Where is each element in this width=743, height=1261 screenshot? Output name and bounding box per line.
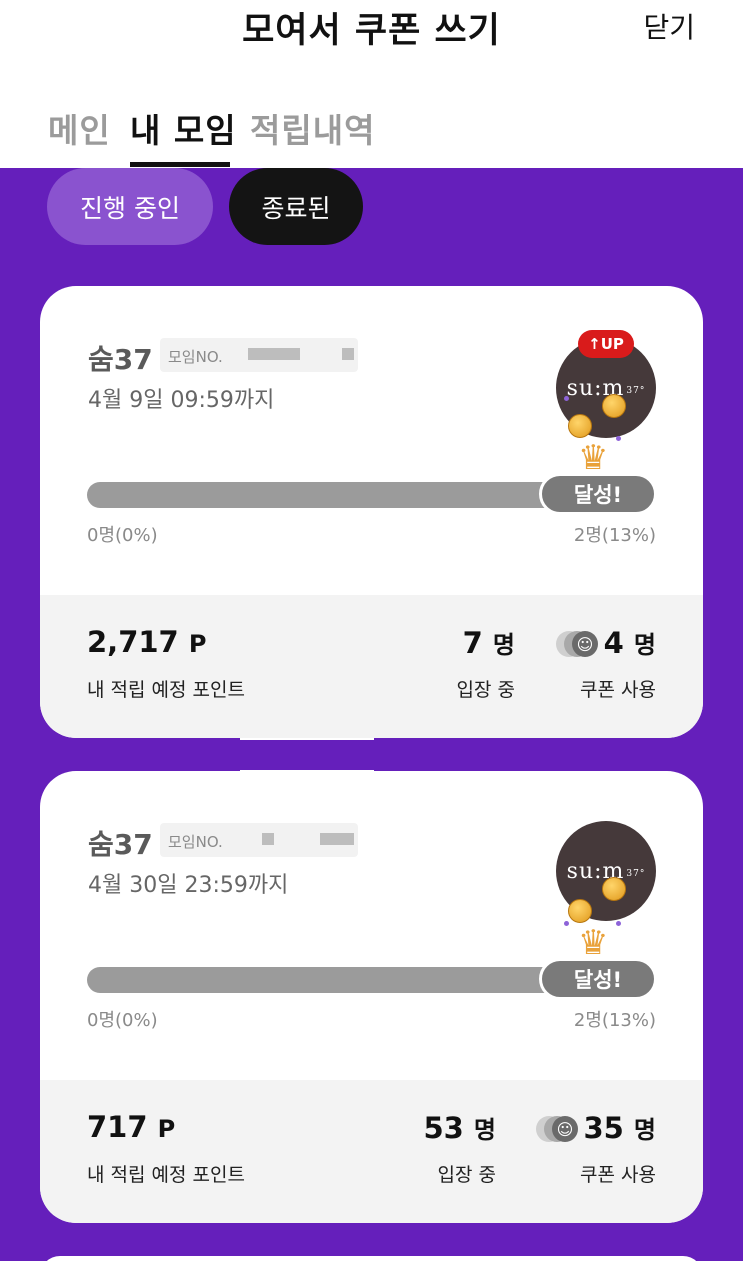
entered-count: 53 명 [423,1110,496,1145]
points-number: 717 [87,1110,148,1144]
coin-icon [568,414,592,438]
deadline-text: 4월 9일 09:59까지 [88,388,275,413]
meeting-card-partial[interactable] [40,1256,703,1261]
coupon-label: 쿠폰 사용 [580,679,656,701]
stats-panel: 2,717 P 내 적립 예정 포인트 7 명 입장 중 ☺ 4 명 쿠폰 사용 [40,595,703,738]
brand-name: 숨37 [88,343,153,376]
coupon-unit: 명 [633,1116,656,1144]
close-button[interactable]: 닫기 [643,6,695,46]
brand-logo-sub: 37° [626,386,646,396]
redacted-number [262,833,274,845]
progress-bar [87,482,607,508]
points-label: 내 적립 예정 포인트 [87,1164,245,1186]
coupon-unit: 명 [633,631,656,659]
coin-icon [602,877,626,901]
points-unit: P [157,1115,176,1143]
points-unit: P [188,630,207,658]
coupon-count: 35 명 [583,1110,656,1145]
meeting-number: 모임NO. [160,823,358,857]
progress-end-label: 2명(13%) [573,1010,656,1031]
brand-logo-sub: 37° [626,869,646,879]
stats-panel: 717 P 내 적립 예정 포인트 53 명 입장 중 ☺ 35 명 쿠폰 사용 [40,1080,703,1223]
up-arrow-icon: ↑ [588,335,601,353]
progress-start-label: 0명(0%) [87,525,158,546]
achieved-badge: 달성! [539,958,657,1000]
points-number: 2,717 [87,625,179,659]
filter-ended-button[interactable]: 종료된 [229,168,363,245]
meeting-card[interactable]: 숨37 모임NO. 4월 30일 23:59까지 su:m 37° ♛ 달성! … [40,771,703,1223]
page-title: 모여서 쿠폰 쓰기 [242,11,501,51]
smile-stack-icon: ☺ [556,631,602,657]
entered-count: 7 명 [463,625,515,660]
entered-number: 53 [423,1111,464,1145]
progress-bar [87,967,607,993]
coupon-number: 35 [583,1111,624,1145]
brand-name: 숨37 [88,828,153,861]
redacted-number [248,348,300,360]
coupon-count: 4 명 [604,625,656,660]
up-badge: ↑ UP [578,330,634,358]
meeting-number: 모임NO. [160,338,358,372]
achieved-badge: 달성! [539,473,657,515]
card-connector [240,737,374,773]
tab-bar: 메인 내 모임 적립내역 [0,100,743,168]
points-label: 내 적립 예정 포인트 [87,679,245,701]
entered-unit: 명 [492,631,515,659]
meeting-number-label: 모임NO. [168,348,223,366]
entered-label: 입장 중 [456,679,515,701]
points-value: 2,717 P [87,625,206,659]
meeting-number-label: 모임NO. [168,833,223,851]
tab-main[interactable]: 메인 [48,104,111,152]
coin-icon [568,899,592,923]
crown-icon: ♛ [578,923,609,963]
coin-icon [602,394,626,418]
tab-history[interactable]: 적립내역 [250,104,375,152]
sparkle-icon [564,396,569,401]
smile-stack-icon: ☺ [536,1116,582,1142]
meeting-card[interactable]: 숨37 모임NO. 4월 9일 09:59까지 su:m 37° ↑ UP ♛ 달… [40,286,703,738]
progress-start-label: 0명(0%) [87,1010,158,1031]
deadline-text: 4월 30일 23:59까지 [88,873,289,898]
entered-label: 입장 중 [437,1164,496,1186]
coupon-number: 4 [603,626,624,660]
crown-icon: ♛ [578,438,609,478]
sparkle-icon [616,921,621,926]
sparkle-icon [616,436,621,441]
entered-number: 7 [462,626,483,660]
active-tab-indicator [130,162,230,167]
redacted-number [320,833,354,845]
points-value: 717 P [87,1110,175,1144]
top-header: 모여서 쿠폰 쓰기 닫기 [0,0,743,60]
up-badge-label: UP [600,335,624,353]
coupon-label: 쿠폰 사용 [580,1164,656,1186]
sparkle-icon [564,921,569,926]
entered-unit: 명 [473,1116,496,1144]
filter-running-button[interactable]: 진행 중인 [47,168,213,245]
progress-end-label: 2명(13%) [573,525,656,546]
redacted-number [342,348,354,360]
tab-my-meetings[interactable]: 내 모임 [130,104,237,152]
